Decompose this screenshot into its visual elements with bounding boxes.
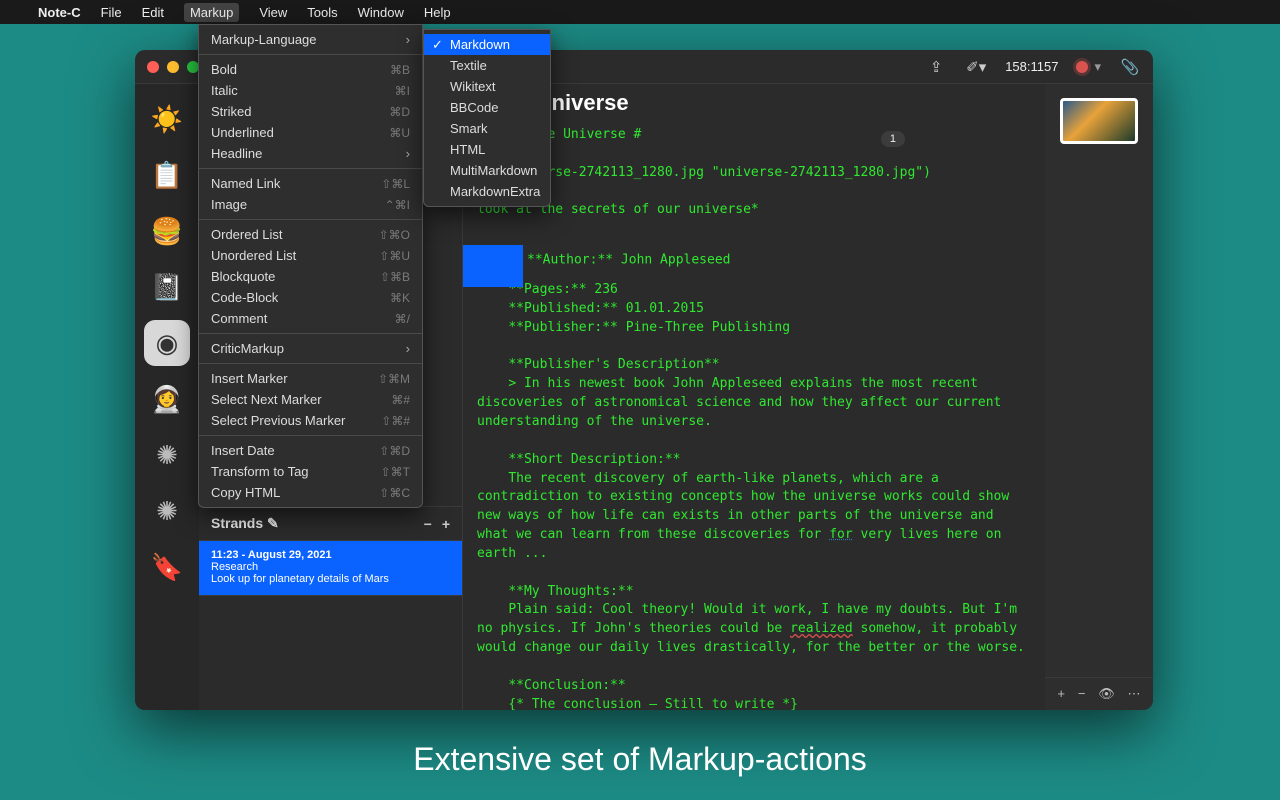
paperclip-icon[interactable]: 📎 [1119,56,1141,78]
menu-image[interactable]: Image⌃⌘I [199,194,422,215]
menu-markup-language[interactable]: Markup-Language› [199,29,422,50]
menubar-tools[interactable]: Tools [307,5,337,20]
menu-named-link[interactable]: Named Link⇧⌘L [199,173,422,194]
attachments-panel: + − 👁 ⋯ [1045,84,1153,710]
share-icon[interactable]: ⇪ [925,56,947,78]
menu-criticmarkup[interactable]: CriticMarkup› [199,338,422,359]
submenu-multimarkdown[interactable]: MultiMarkdown [424,160,550,181]
attach-view-icon[interactable]: 👁 [1098,686,1115,702]
menubar-window[interactable]: Window [358,5,404,20]
menu-select-next-marker[interactable]: Select Next Marker⌘# [199,389,422,410]
burst2-icon[interactable]: ✺ [144,488,190,534]
strand-entry[interactable]: 11:23 - August 29, 2021 Research Look up… [199,541,462,596]
burst-icon[interactable]: ✺ [144,432,190,478]
bookmark-icon[interactable]: 🔖 [144,544,190,590]
menu-blockquote[interactable]: Blockquote⇧⌘B [199,266,422,287]
menubar: Note-C File Edit Markup View Tools Windo… [0,0,1280,24]
chevron-right-icon: › [406,341,410,356]
menu-insert-marker[interactable]: Insert Marker⇧⌘M [199,368,422,389]
close-button[interactable] [147,61,159,73]
left-sidebar: ☀️ 📋 🍔 📓 ◉ 👩‍🚀 ✺ ✺ 🔖 [135,84,199,710]
menu-select-prev-marker[interactable]: Select Previous Marker⇧⌘# [199,410,422,431]
menu-italic[interactable]: Italic⌘I [199,80,422,101]
menu-ordered-list[interactable]: Ordered List⇧⌘O [199,224,422,245]
menu-bold[interactable]: Bold⌘B [199,59,422,80]
menu-transform-tag[interactable]: Transform to Tag⇧⌘T [199,461,422,482]
minimize-button[interactable] [167,61,179,73]
menubar-view[interactable]: View [259,5,287,20]
astronaut-icon[interactable]: 👩‍🚀 [144,376,190,422]
submenu-html[interactable]: HTML [424,139,550,160]
menu-copy-html[interactable]: Copy HTML⇧⌘C [199,482,422,503]
edit-icon[interactable]: ✎ [267,515,279,531]
menubar-help[interactable]: Help [424,5,451,20]
submenu-wikitext[interactable]: Wikitext [424,76,550,97]
attach-add-icon[interactable]: + [1057,686,1065,702]
attach-more-icon[interactable]: ⋯ [1128,686,1141,702]
menu-code-block[interactable]: Code-Block⌘K [199,287,422,308]
notebook-icon[interactable]: 📓 [144,264,190,310]
chevron-right-icon: › [406,146,410,161]
chevron-right-icon: › [406,32,410,47]
menu-striked[interactable]: Striked⌘D [199,101,422,122]
menubar-edit[interactable]: Edit [142,5,164,20]
marketing-caption: Extensive set of Markup-actions [0,741,1280,778]
clipboard-icon[interactable]: 📋 [144,152,190,198]
plus-icon[interactable]: + [442,516,450,532]
submenu-textile[interactable]: Textile [424,55,550,76]
menubar-file[interactable]: File [101,5,122,20]
menubar-app[interactable]: Note-C [38,5,81,20]
sun-icon[interactable]: ☀️ [144,96,190,142]
record-indicator-icon[interactable] [1076,61,1088,73]
menubar-markup[interactable]: Markup [184,3,239,22]
code-area[interactable]: ate to the Universe # xt](universe-27421… [463,120,1045,710]
markup-language-submenu: Markdown Textile Wikitext BBCode Smark H… [423,29,551,207]
compose-icon[interactable]: ✐▾ [965,56,987,78]
eye-icon[interactable]: ◉ [144,320,190,366]
burger-icon[interactable]: 🍔 [144,208,190,254]
status-count: 158:1157 [1005,59,1058,74]
menu-insert-date[interactable]: Insert Date⇧⌘D [199,440,422,461]
menu-headline[interactable]: Headline› [199,143,422,164]
title-badge: 1 [881,131,905,147]
attachment-thumbnail[interactable] [1060,98,1138,144]
submenu-bbcode[interactable]: BBCode [424,97,550,118]
submenu-smark[interactable]: Smark [424,118,550,139]
submenu-markdownextra[interactable]: MarkdownExtra [424,181,550,202]
strands-header: Strands ✎ −+ [199,507,462,541]
attach-remove-icon[interactable]: − [1078,686,1086,702]
menu-underlined[interactable]: Underlined⌘U [199,122,422,143]
menu-comment[interactable]: Comment⌘/ [199,308,422,329]
submenu-markdown[interactable]: Markdown [424,34,550,55]
traffic-lights [147,61,199,73]
markup-menu: Markup-Language› Bold⌘B Italic⌘I Striked… [198,24,423,508]
menu-unordered-list[interactable]: Unordered List⇧⌘U [199,245,422,266]
minus-icon[interactable]: − [424,516,432,532]
